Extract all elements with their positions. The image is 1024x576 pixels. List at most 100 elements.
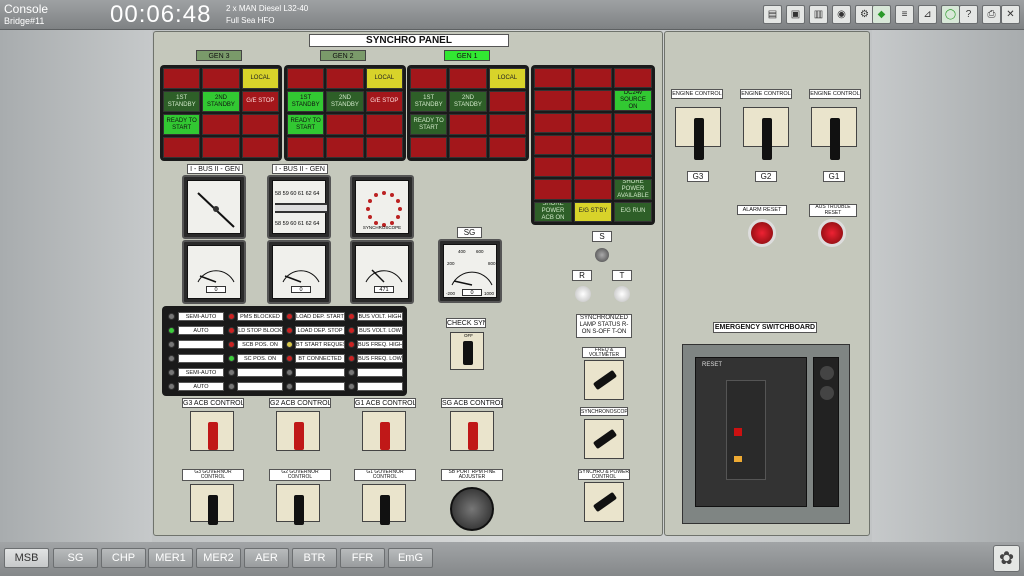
engine-control-switch-g2[interactable] (743, 107, 789, 160)
status-led (286, 355, 293, 362)
kw-face-g2: 0 (272, 245, 326, 299)
gen2-2nd-standby[interactable]: 2ND STANDBY (326, 91, 364, 112)
chat-icon[interactable]: ◯ (941, 5, 960, 24)
eg-run-lamp: E/G RUN (614, 201, 652, 222)
sg-tick-600: 600 (476, 249, 484, 254)
synchroscope-switch[interactable] (584, 419, 624, 459)
print-icon[interactable]: ⎙ (982, 5, 1001, 24)
g2-acb-handle[interactable] (294, 422, 304, 450)
aus-trouble-reset-button[interactable] (818, 219, 846, 247)
check-sync-knob[interactable] (463, 341, 473, 365)
tab-btr[interactable]: BTR (292, 548, 337, 568)
save-icon[interactable]: ▥ (809, 5, 828, 24)
tab-chp[interactable]: CHP (101, 548, 146, 568)
kw-face-g1: 471 (355, 245, 409, 299)
g2-governor-handle[interactable] (294, 495, 304, 525)
g1-governor-switch[interactable] (362, 484, 406, 525)
check-sync-switch[interactable]: OFF (450, 332, 484, 370)
annunciator-lamp (365, 137, 403, 158)
synchro-power-switch[interactable] (584, 482, 624, 522)
document-icon[interactable]: ≡ (895, 5, 914, 24)
esb-side-knob[interactable] (820, 386, 834, 400)
g3-acb-handle[interactable] (208, 422, 218, 450)
camera-icon[interactable]: ◉ (832, 5, 851, 24)
tab-aer[interactable]: AER (244, 548, 289, 568)
freq-voltmeter-knob[interactable] (592, 369, 618, 391)
status-led (286, 313, 293, 320)
tab-sg[interactable]: SG (53, 548, 98, 568)
g2-governor-switch[interactable] (276, 484, 320, 525)
status-led (228, 383, 235, 390)
sg-acb-handle[interactable] (468, 422, 478, 450)
monitor-icon[interactable]: ▣ (786, 5, 805, 24)
alarm-reset-button[interactable] (748, 219, 776, 247)
status-load-dep-start: LOAD DEP. START (295, 312, 345, 321)
status-semi-auto[interactable]: SEMI-AUTO (178, 312, 224, 321)
status-led (228, 369, 235, 376)
tab-mer1[interactable]: MER1 (148, 548, 193, 568)
status-led (168, 327, 175, 334)
esb-side-knob[interactable] (820, 366, 834, 380)
fan-icon[interactable]: ✿ (993, 545, 1020, 572)
tab-msb[interactable]: MSB (4, 548, 49, 568)
close-icon[interactable]: ✕ (1001, 5, 1020, 24)
freq-scale-top: 58 59 60 61 62 64 (275, 191, 320, 197)
help-icon[interactable]: ? (959, 5, 978, 24)
annunciator-lamp (163, 68, 201, 89)
gen2-ge-stop: G/E STOP (365, 91, 403, 112)
chart-icon[interactable]: ⊿ (918, 5, 937, 24)
gen1-2nd-standby[interactable]: 2ND STANDBY (449, 91, 487, 112)
sg-auto[interactable]: AUTO (178, 382, 224, 391)
panel-view-icon[interactable]: ▤ (763, 5, 782, 24)
esb-breaker[interactable]: RESET (695, 357, 807, 507)
status-led (228, 313, 235, 320)
voltmeter-face (187, 180, 241, 234)
gen3-annunciator: LOCAL 1ST STANDBY 2ND STANDBY G/E STOP R… (160, 65, 282, 161)
synchroscope-switch-knob[interactable] (592, 428, 618, 450)
freq-scale-bottom: 58 59 60 61 62 64 (275, 221, 320, 227)
gen2-1st-standby[interactable]: 1ST STANDBY (287, 91, 325, 112)
meter-label-1: I - BUS II - GEN (187, 164, 243, 174)
kw-value-g1: 471 (374, 286, 394, 293)
engine-icon[interactable]: ◆ (872, 5, 891, 24)
synchro-power-knob[interactable] (592, 491, 618, 513)
tab-ffr[interactable]: FFR (340, 548, 385, 568)
engine-info: 2 x MAN Diesel L32-40 (226, 4, 309, 13)
g2-acb-switch[interactable] (276, 411, 320, 451)
sg-tick-200: 200 (447, 261, 455, 266)
sg-semi-auto[interactable]: SEMI-AUTO (178, 368, 224, 377)
g1-governor-handle[interactable] (380, 495, 390, 525)
annunciator-lamp (241, 114, 279, 135)
engine-control-switch-g3[interactable] (675, 107, 721, 160)
console-label: Console (4, 2, 49, 16)
rpm-fine-adjuster-knob[interactable] (450, 487, 494, 531)
g3-acb-switch[interactable] (190, 411, 234, 451)
tab-mer2[interactable]: MER2 (196, 548, 241, 568)
annunciator-lamp (410, 137, 448, 158)
gen2-annunciator: LOCAL 1ST STANDBY 2ND STANDBY G/E STOP R… (284, 65, 406, 161)
status-bus-freq-high: BUS FREQ. HIGH (357, 340, 403, 349)
status-auto[interactable]: AUTO (178, 326, 224, 335)
gen1-1st-standby[interactable]: 1ST STANDBY (410, 91, 448, 112)
g1-acb-handle[interactable] (380, 422, 390, 450)
engine-control-switch-g1[interactable] (811, 107, 857, 160)
esb-trip-indicator (734, 428, 742, 436)
tab-emg[interactable]: EmG (388, 548, 433, 568)
frequency-face: 58 59 60 61 62 64 58 59 60 61 62 64 (272, 180, 327, 234)
g3-governor-switch[interactable] (190, 484, 234, 525)
g1-acb-switch[interactable] (362, 411, 406, 451)
engine-control-handle-g2[interactable] (762, 118, 772, 160)
gen3-1st-standby[interactable]: 1ST STANDBY (163, 91, 201, 112)
synchroscope: SYNCHROSCOPE (350, 175, 414, 239)
status-blank (237, 382, 283, 391)
engine-control-handle-g3[interactable] (694, 118, 704, 160)
gen3-2nd-standby[interactable]: 2ND STANDBY (202, 91, 240, 112)
status-led (348, 341, 355, 348)
annunciator-lamp (449, 114, 487, 135)
frequency-meter: 58 59 60 61 62 64 58 59 60 61 62 64 (267, 175, 331, 239)
freq-voltmeter-switch[interactable] (584, 360, 624, 400)
g3-governor-handle[interactable] (208, 495, 218, 525)
engine-control-handle-g1[interactable] (830, 118, 840, 160)
annunciator-lamp (614, 68, 652, 89)
sg-acb-switch[interactable] (450, 411, 494, 451)
